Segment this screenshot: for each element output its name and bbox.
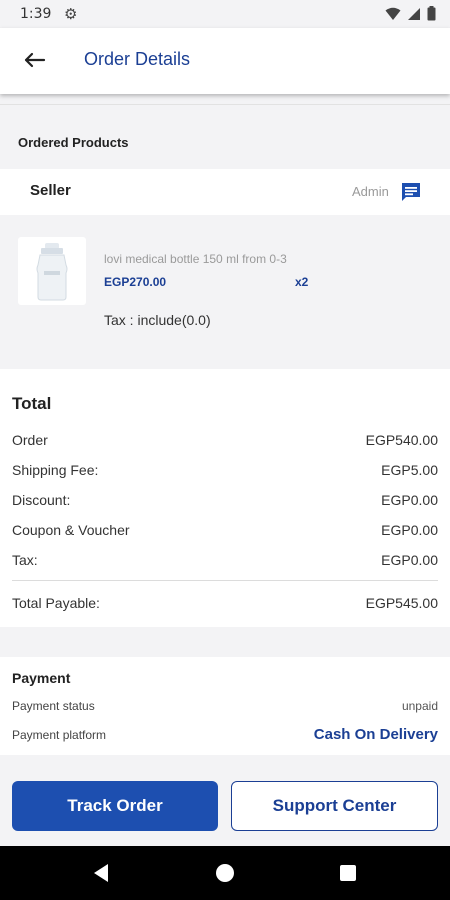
seller-name: Admin bbox=[352, 184, 389, 199]
total-payable-value: EGP545.00 bbox=[365, 595, 438, 611]
nav-back-icon[interactable] bbox=[92, 863, 110, 883]
bottle-icon bbox=[36, 243, 68, 301]
nav-home-icon[interactable] bbox=[216, 864, 234, 882]
total-payable-label: Total Payable: bbox=[12, 595, 100, 611]
seller-label: Seller bbox=[30, 182, 71, 199]
product-price: EGP270.00 bbox=[104, 275, 167, 289]
status-bar: 1:39 ⚙ bbox=[0, 0, 450, 28]
total-row-label: Shipping Fee: bbox=[12, 462, 99, 478]
product-tax: Tax : include(0.0) bbox=[104, 312, 211, 328]
product-name: lovi medical bottle 150 ml from 0-3 bbox=[104, 252, 287, 266]
status-icons bbox=[385, 6, 436, 21]
product-tax-value: include(0.0) bbox=[137, 312, 211, 328]
track-order-button[interactable]: Track Order bbox=[12, 781, 218, 831]
payment-status-row: Payment status unpaid bbox=[12, 699, 438, 713]
total-row-label: Tax: bbox=[12, 552, 38, 568]
total-row-shipping: Shipping Fee: EGP5.00 bbox=[12, 462, 438, 478]
gear-icon: ⚙ bbox=[64, 5, 78, 23]
total-row-label: Coupon & Voucher bbox=[12, 522, 130, 538]
total-row-payable: Total Payable: EGP545.00 bbox=[12, 595, 438, 611]
total-row-order: Order EGP540.00 bbox=[12, 432, 438, 448]
total-row-discount: Discount: EGP0.00 bbox=[12, 492, 438, 508]
status-time: 1:39 bbox=[20, 6, 52, 22]
nav-recents-icon[interactable] bbox=[340, 865, 356, 881]
arrow-left-icon[interactable] bbox=[20, 46, 48, 74]
battery-icon bbox=[427, 6, 436, 21]
ordered-products-heading: Ordered Products bbox=[18, 135, 129, 150]
chat-icon[interactable] bbox=[400, 181, 422, 203]
scroll-strip bbox=[0, 94, 450, 124]
total-row-tax: Tax: EGP0.00 bbox=[12, 552, 438, 568]
app-bar: Order Details bbox=[0, 28, 450, 94]
total-row-label: Order bbox=[12, 432, 48, 448]
total-row-label: Discount: bbox=[12, 492, 71, 508]
total-row-value: EGP0.00 bbox=[381, 492, 438, 508]
total-row-value: EGP0.00 bbox=[381, 552, 438, 568]
signal-icon bbox=[408, 7, 420, 20]
total-title: Total bbox=[12, 394, 52, 413]
seller-row: Seller Admin bbox=[0, 169, 450, 215]
payment-platform-row: Payment platform Cash On Delivery bbox=[12, 726, 438, 743]
product-quantity: x2 bbox=[295, 275, 309, 289]
wifi-icon bbox=[385, 7, 401, 20]
product-tax-label: Tax : bbox=[104, 312, 134, 328]
payment-title: Payment bbox=[12, 670, 71, 686]
divider bbox=[12, 580, 438, 581]
support-center-button[interactable]: Support Center bbox=[231, 781, 438, 831]
total-row-value: EGP540.00 bbox=[365, 432, 438, 448]
total-row-value: EGP0.00 bbox=[381, 522, 438, 538]
system-nav-bar bbox=[0, 846, 450, 900]
total-row-value: EGP5.00 bbox=[381, 462, 438, 478]
page-title: Order Details bbox=[84, 49, 191, 69]
total-row-coupon: Coupon & Voucher EGP0.00 bbox=[12, 522, 438, 538]
payment-platform-value: Cash On Delivery bbox=[313, 726, 438, 743]
divider bbox=[0, 104, 450, 105]
payment-status-label: Payment status bbox=[12, 699, 95, 713]
product-image bbox=[18, 237, 86, 305]
payment-platform-label: Payment platform bbox=[12, 728, 107, 742]
payment-status-value: unpaid bbox=[401, 699, 438, 713]
